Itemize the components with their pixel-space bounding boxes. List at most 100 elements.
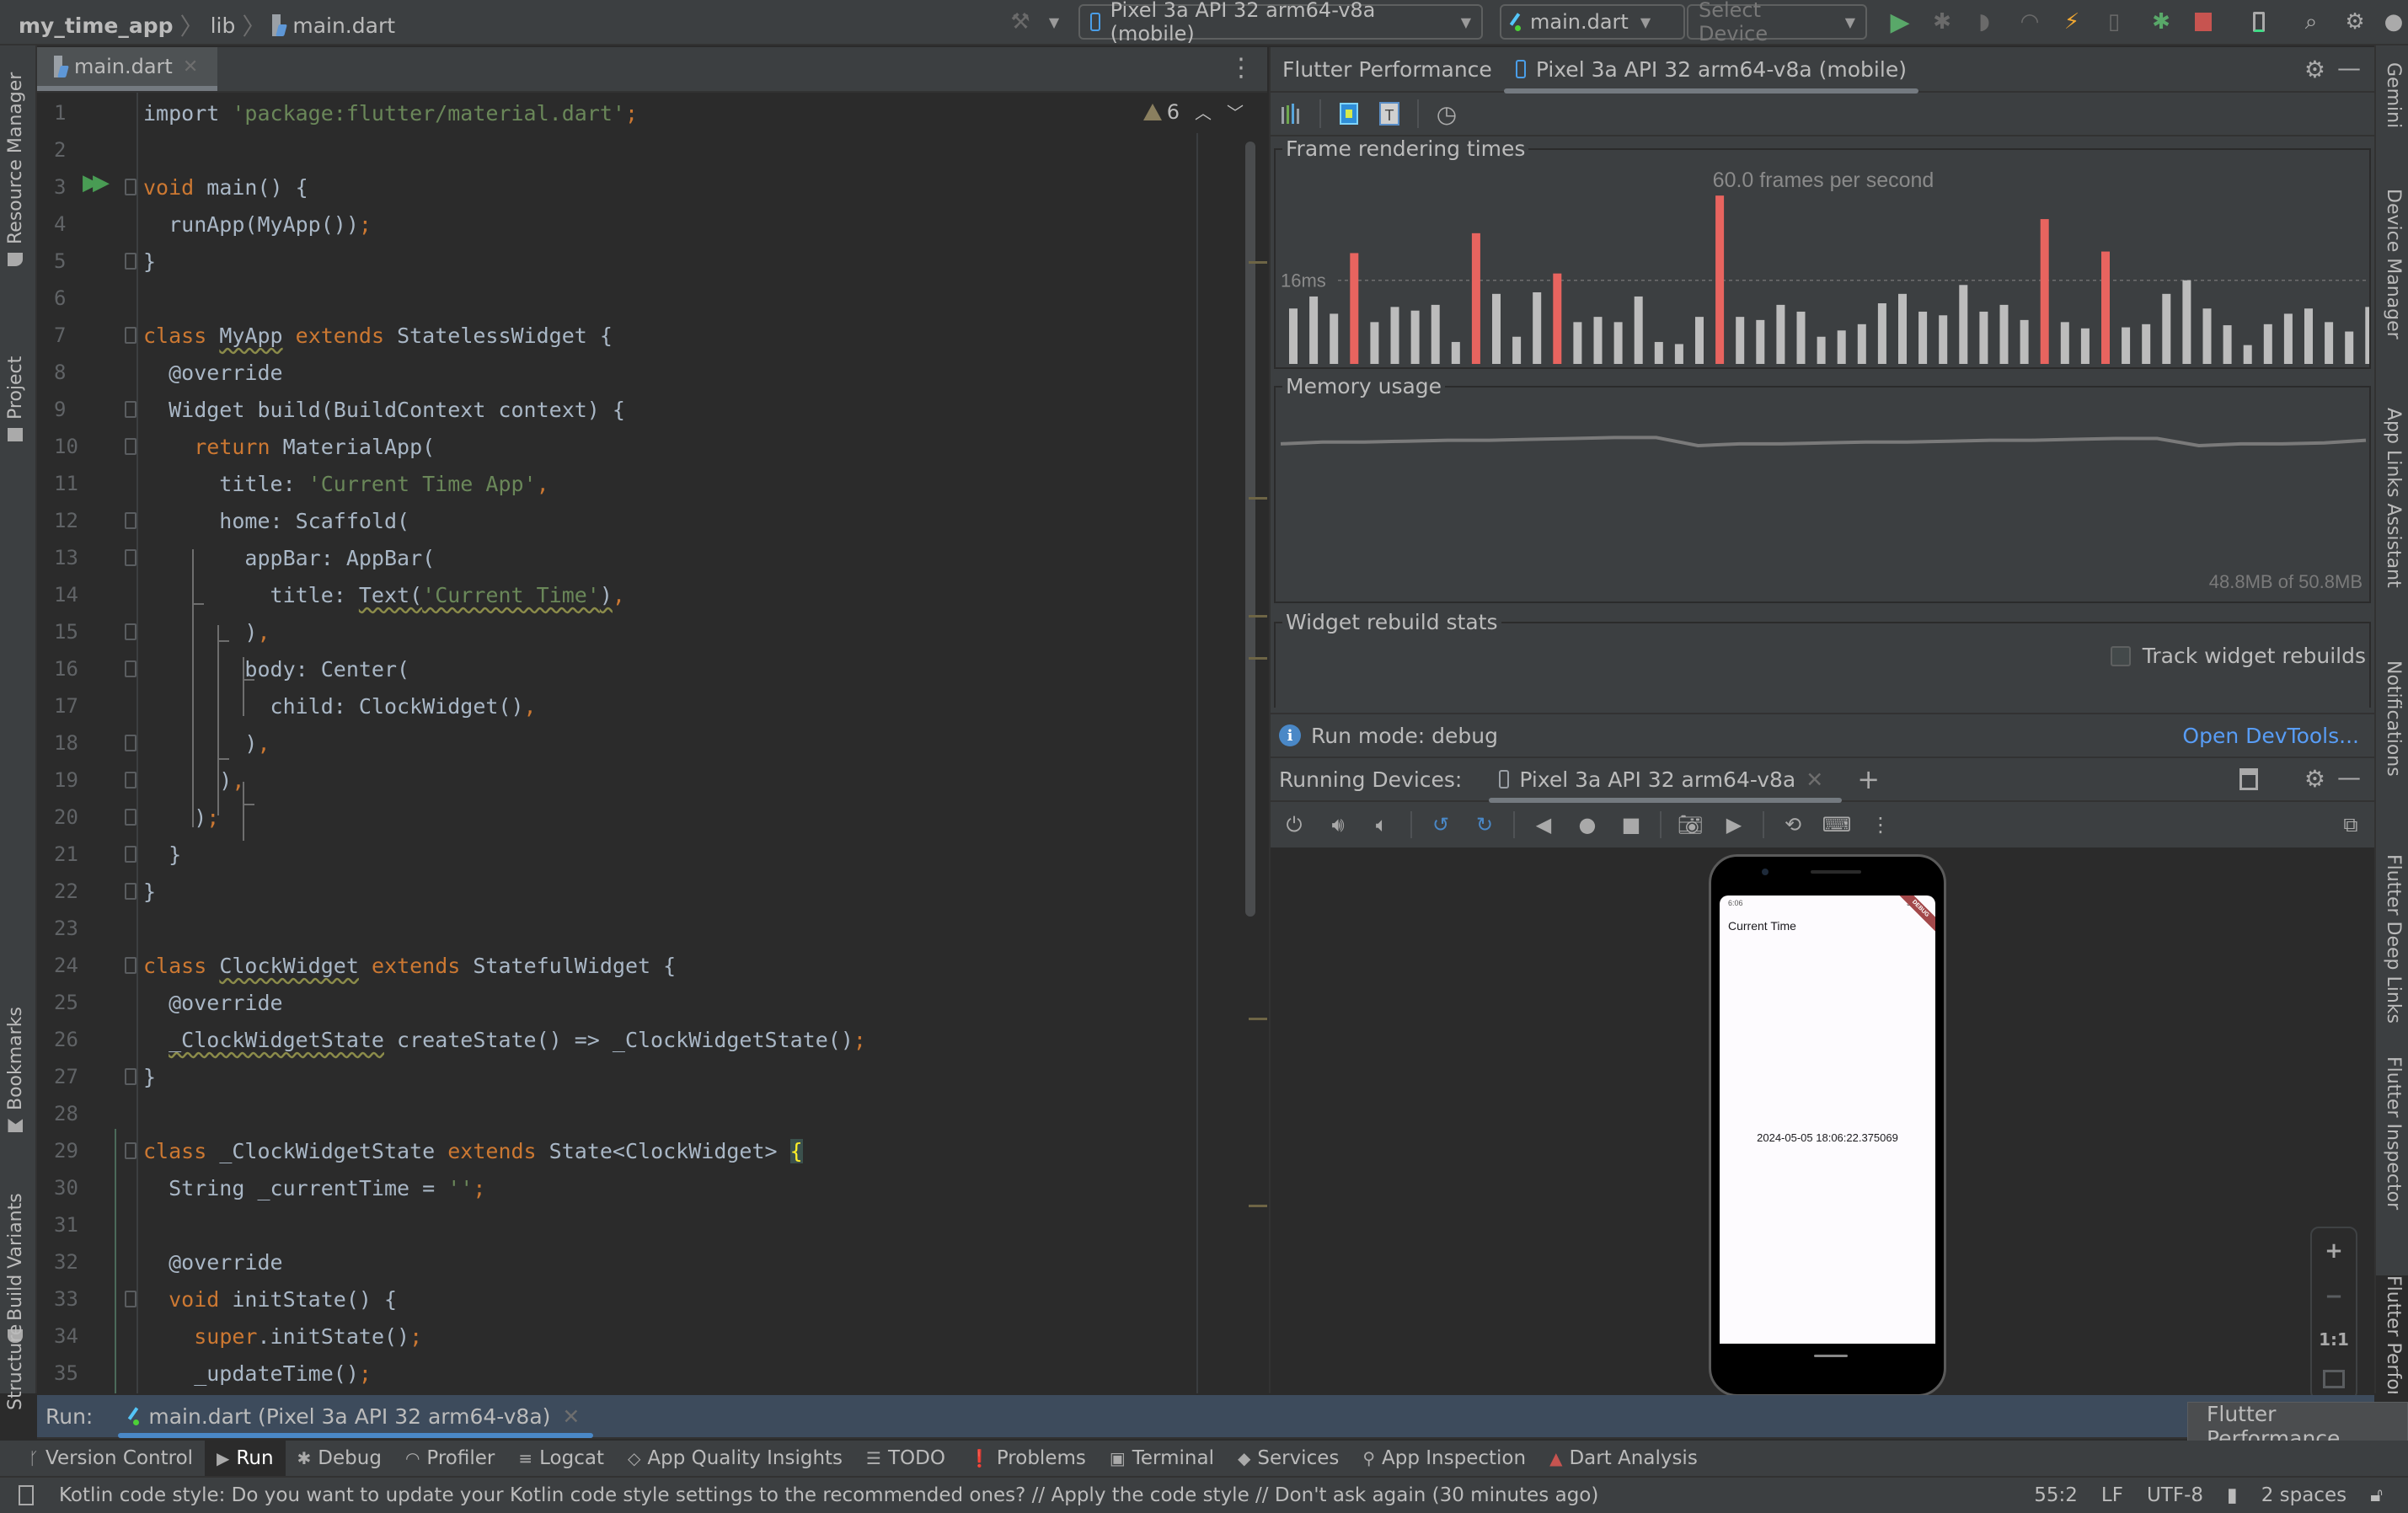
run-config-selector[interactable]: main.dart ▼: [1500, 4, 1685, 40]
code-line[interactable]: 20 );: [37, 799, 1217, 836]
run-gutter-icon[interactable]: ▶▶: [83, 170, 110, 195]
line-number[interactable]: 15: [37, 620, 104, 644]
close-tab-icon[interactable]: ✕: [562, 1404, 580, 1429]
line-number[interactable]: 19: [37, 768, 104, 792]
tool-resource-manager[interactable]: Resource Manager: [5, 64, 26, 266]
fold-end-icon[interactable]: [125, 883, 136, 900]
status-message[interactable]: Kotlin code style: Do you want to update…: [59, 1484, 1598, 1506]
tool-gemini[interactable]: Gemini: [2383, 62, 2404, 128]
line-number[interactable]: 23: [37, 917, 104, 940]
line-number[interactable]: 5: [37, 249, 104, 273]
search-icon[interactable]: ⌕: [2298, 8, 2324, 35]
vertical-scrollbar[interactable]: [1245, 142, 1255, 917]
code-line[interactable]: 15 ),: [37, 613, 1217, 650]
tool-window-logcat[interactable]: ≡ Logcat: [506, 1441, 616, 1476]
line-number[interactable]: 7: [37, 323, 104, 347]
fold-end-icon[interactable]: [125, 846, 136, 863]
line-number[interactable]: 27: [37, 1065, 104, 1088]
emulator-screen[interactable]: 6:06 3G DEBUG Current Time 2024-05-05 18…: [1720, 896, 1935, 1344]
file-encoding[interactable]: UTF-8: [2147, 1484, 2203, 1506]
overview-icon[interactable]: ■: [1616, 810, 1646, 840]
fold-end-icon[interactable]: [125, 1068, 136, 1085]
fold-collapse-icon[interactable]: [125, 660, 136, 677]
actual-size-button[interactable]: 1:1: [2319, 1329, 2349, 1350]
line-number[interactable]: 4: [37, 212, 104, 236]
code-line[interactable]: 29 class _ClockWidgetState extends State<…: [37, 1132, 1217, 1169]
code-line[interactable]: 21 }: [37, 836, 1217, 873]
volume-down-icon[interactable]: 🔈︎: [1367, 810, 1397, 840]
line-number[interactable]: 21: [37, 842, 104, 866]
attach-debugger-icon[interactable]: ✱: [2148, 8, 2174, 35]
code-line[interactable]: 33 void initState() {: [37, 1280, 1217, 1318]
next-highlight-icon[interactable]: ﹀: [1227, 99, 1244, 124]
tool-window-app-quality-insights[interactable]: ◇ App Quality Insights: [616, 1441, 854, 1476]
running-device-tab[interactable]: Pixel 3a API 32 arm64-v8a ✕: [1489, 757, 1843, 803]
indent-setting[interactable]: 2 spaces: [2261, 1484, 2346, 1506]
tool-window-debug[interactable]: ✱ Debug: [286, 1441, 393, 1476]
tool-flutter-performance[interactable]: Flutter Performance: [2376, 1275, 2408, 1393]
zoom-to-fit-icon[interactable]: [2323, 1370, 2345, 1388]
code-line[interactable]: 30 String _currentTime = '';: [37, 1169, 1217, 1206]
code-line[interactable]: 6: [37, 280, 1217, 317]
tool-app-links-assistant[interactable]: App Links Assistant: [2383, 408, 2404, 588]
line-number[interactable]: 24: [37, 954, 104, 977]
code-line[interactable]: 28: [37, 1095, 1217, 1132]
code-line[interactable]: 23: [37, 910, 1217, 947]
hide-panel-icon[interactable]: —: [2337, 54, 2361, 82]
code-line[interactable]: 18 ),: [37, 724, 1217, 762]
settings-icon[interactable]: ⚙: [2304, 56, 2325, 83]
code-line[interactable]: 14 title: Text('Current Time'),: [37, 576, 1217, 613]
rotate-left-icon[interactable]: ↺: [1426, 810, 1456, 840]
fold-end-icon[interactable]: [125, 253, 136, 270]
screen-record-icon[interactable]: ▶: [1719, 810, 1749, 840]
code-line[interactable]: 7 class MyApp extends StatelessWidget {: [37, 317, 1217, 354]
fold-collapse-icon[interactable]: [125, 1291, 136, 1307]
keyboard-icon[interactable]: ⌨: [1822, 810, 1852, 840]
inspection-profile-icon[interactable]: ▮: [2227, 1484, 2238, 1506]
line-number[interactable]: 31: [37, 1213, 104, 1237]
perf-device-tab[interactable]: Pixel 3a API 32 arm64-v8a (mobile): [1503, 46, 1919, 94]
line-number[interactable]: 26: [37, 1028, 104, 1051]
screenshot-camera-icon[interactable]: 📷︎: [1675, 810, 1705, 840]
apply-changes-icon[interactable]: ⚡: [2059, 8, 2084, 35]
fold-collapse-icon[interactable]: [125, 327, 136, 344]
fold-collapse-icon[interactable]: [125, 512, 136, 529]
track-rebuilds-checkbox[interactable]: [2110, 645, 2131, 666]
line-number[interactable]: 9: [37, 398, 104, 421]
fold-collapse-icon[interactable]: [125, 549, 136, 566]
slow-animations-clock-icon[interactable]: ◷: [1434, 100, 1459, 128]
breadcrumb-project[interactable]: my_time_app: [19, 13, 174, 38]
tool-window-app-inspection[interactable]: ⚲ App Inspection: [1351, 1441, 1538, 1476]
more-options-icon[interactable]: ⋮: [1228, 56, 1254, 81]
run-icon[interactable]: ▶: [1887, 8, 1913, 37]
code-line[interactable]: 9 Widget build(BuildContext context) {: [37, 391, 1217, 428]
track-rebuilds-checkbox-row[interactable]: Track widget rebuilds: [2110, 644, 2366, 668]
run-config-tab[interactable]: main.dart (Pixel 3a API 32 arm64-v8a) ✕: [118, 1394, 594, 1438]
caret-position[interactable]: 55:2: [2034, 1484, 2078, 1506]
settings-icon[interactable]: ⚙: [2304, 765, 2325, 793]
breadcrumb-file[interactable]: main.dart: [292, 13, 395, 38]
build-hammer-icon[interactable]: ⚒: [1008, 8, 1033, 35]
snapshot-icon[interactable]: ⟲: [1778, 810, 1808, 840]
fold-end-icon[interactable]: [125, 809, 136, 826]
code-line[interactable]: 34 super.initState();: [37, 1318, 1217, 1355]
device-manager-icon[interactable]: [2246, 8, 2272, 35]
zoom-out-button[interactable]: −: [2325, 1284, 2343, 1309]
code-line[interactable]: 27}: [37, 1058, 1217, 1095]
code-line[interactable]: 26 _ClockWidgetState createState() => _C…: [37, 1021, 1217, 1058]
code-line[interactable]: 4 runApp(MyApp());: [37, 206, 1217, 243]
code-line[interactable]: 32 @override: [37, 1243, 1217, 1280]
code-line[interactable]: 5}: [37, 243, 1217, 280]
code-line[interactable]: 11 title: 'Current Time App',: [37, 465, 1217, 502]
open-devtools-link[interactable]: Open DevTools...: [2182, 724, 2359, 748]
line-number[interactable]: 28: [37, 1102, 104, 1125]
line-separator[interactable]: LF: [2101, 1484, 2123, 1506]
tool-window-todo[interactable]: ☰ TODO: [854, 1441, 957, 1476]
code-line[interactable]: 10 return MaterialApp(: [37, 428, 1217, 465]
code-line[interactable]: 2: [37, 131, 1217, 168]
stop-icon[interactable]: [2191, 8, 2216, 35]
tool-device-manager[interactable]: Device Manager: [2383, 189, 2404, 339]
tool-structure[interactable]: Structure: [5, 1309, 26, 1410]
code-line[interactable]: 19 ),: [37, 762, 1217, 799]
tool-window-profiler[interactable]: ◠ Profiler: [393, 1441, 506, 1476]
